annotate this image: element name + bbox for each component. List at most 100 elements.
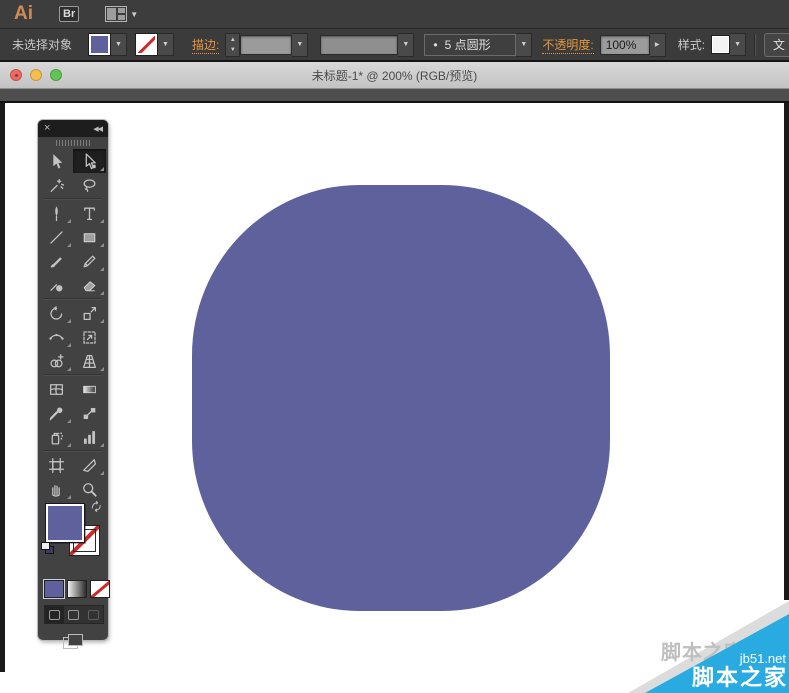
style-swatch[interactable]	[711, 35, 731, 54]
type-icon	[84, 207, 95, 220]
column-graph-icon	[83, 430, 96, 444]
free-transform-icon	[83, 330, 96, 344]
line-segment-tool[interactable]	[40, 225, 73, 249]
stroke-none-icon	[138, 36, 156, 53]
app-menubar: Ai Br ▼	[0, 0, 789, 28]
drawn-rounded-square-shape[interactable]	[192, 185, 610, 611]
blend-tool[interactable]	[73, 401, 106, 425]
fill-color-control[interactable]: ▼	[88, 33, 128, 56]
perspective-grid-icon	[83, 354, 96, 368]
mesh-icon	[50, 383, 63, 395]
shape-builder-tool[interactable]	[40, 349, 73, 373]
stroke-weight-dropdown-button[interactable]: ▼	[292, 32, 309, 57]
close-icon[interactable]: ×	[44, 123, 50, 134]
eyedropper-tool[interactable]	[40, 401, 73, 425]
tools-grid	[38, 149, 108, 501]
workspace-layout-icon	[105, 6, 128, 22]
paint-mode-buttons	[44, 580, 110, 598]
bridge-button[interactable]: Br	[59, 6, 80, 22]
chevron-down-icon: ▼	[115, 41, 122, 48]
profile-dropdown-button[interactable]: ▼	[398, 32, 415, 57]
gradient-icon	[83, 385, 96, 393]
style-label: 样式:	[677, 38, 706, 52]
fill-swatch[interactable]	[88, 33, 112, 56]
stroke-weight-stepper[interactable]: ▲ ▼	[225, 32, 241, 57]
eyedropper-icon	[49, 407, 63, 420]
type-tool[interactable]	[73, 201, 106, 225]
draw-normal-button[interactable]	[45, 606, 65, 623]
close-window-button[interactable]	[10, 69, 22, 81]
hand-tool[interactable]	[40, 477, 73, 501]
style-dropdown-button[interactable]: ▼	[730, 33, 747, 56]
screen-mode-button[interactable]	[38, 628, 108, 654]
blob-brush-tool[interactable]	[40, 273, 73, 297]
default-fill-stroke-icon[interactable]	[41, 542, 54, 554]
column-graph-tool[interactable]	[73, 425, 106, 449]
minimize-window-button[interactable]	[30, 69, 42, 81]
eraser-tool[interactable]	[73, 273, 106, 297]
zoom-tool[interactable]	[73, 477, 106, 501]
artboard-canvas[interactable]: × ◀◀	[0, 103, 789, 693]
mesh-tool[interactable]	[40, 377, 73, 401]
draw-behind-button[interactable]	[64, 606, 83, 623]
fill-proxy-swatch[interactable]	[45, 503, 85, 543]
line-segment-icon	[50, 230, 63, 244]
lasso-tool[interactable]	[73, 173, 106, 197]
zoom-window-button[interactable]	[50, 69, 62, 81]
stroke-weight-field[interactable]	[240, 34, 293, 55]
variable-width-profile-field[interactable]	[320, 34, 399, 55]
illustrator-window: Ai Br ▼ 未选择对象 ▼ ▼ 描边: ▲ ▼ ▼ ▼ • 5 点圆形 ▼ …	[0, 0, 789, 693]
opacity-dropdown-button[interactable]: ▶	[649, 32, 666, 57]
paintbrush-tool[interactable]	[40, 249, 73, 273]
pencil-icon	[83, 255, 96, 267]
stepper-down-icon[interactable]: ▼	[226, 45, 239, 55]
stroke-panel-link[interactable]: 描边:	[192, 36, 220, 54]
width-tool[interactable]	[40, 325, 73, 349]
pencil-tool[interactable]	[73, 249, 106, 273]
magic-wand-tool[interactable]	[40, 173, 73, 197]
brush-definition-dropdown[interactable]: • 5 点圆形	[424, 33, 517, 56]
slice-tool[interactable]	[73, 453, 106, 477]
chevron-down-icon: ▼	[520, 41, 528, 48]
direct-selection-tool[interactable]	[73, 149, 106, 173]
document-setup-button[interactable]: 文	[764, 32, 789, 57]
blob-brush-icon	[50, 283, 63, 291]
stroke-swatch[interactable]	[135, 33, 159, 56]
rectangle-tool[interactable]	[73, 225, 106, 249]
screen-mode-icon	[63, 633, 83, 649]
opacity-panel-link[interactable]: 不透明度:	[542, 36, 594, 54]
paintbrush-icon	[50, 256, 62, 267]
stroke-dropdown-button[interactable]: ▼	[158, 33, 175, 56]
window-right-edge	[784, 103, 789, 600]
document-title: 未标题-1* @ 200% (RGB/预览)	[311, 68, 478, 83]
rectangle-icon	[83, 232, 96, 242]
selection-tool[interactable]	[40, 149, 73, 173]
stroke-color-control[interactable]: ▼	[135, 33, 175, 56]
fill-dropdown-button[interactable]: ▼	[111, 33, 128, 56]
brush-dropdown-button[interactable]: ▼	[516, 32, 533, 57]
panel-grip[interactable]	[38, 137, 108, 149]
draw-inside-button[interactable]	[84, 606, 103, 623]
drawing-mode-control	[44, 605, 104, 624]
gradient-mode-button[interactable]	[67, 580, 87, 598]
collapse-panel-icon[interactable]: ◀◀	[93, 125, 103, 133]
scale-tool[interactable]	[73, 301, 106, 325]
window-controls	[10, 62, 62, 88]
gradient-tool[interactable]	[73, 377, 106, 401]
free-transform-tool[interactable]	[73, 325, 106, 349]
color-mode-button[interactable]	[44, 580, 64, 598]
swap-fill-stroke-icon[interactable]	[90, 500, 103, 518]
rotate-tool[interactable]	[40, 301, 73, 325]
symbol-sprayer-tool[interactable]	[40, 425, 73, 449]
perspective-grid-tool[interactable]	[73, 349, 106, 373]
illustrator-logo: Ai	[14, 3, 33, 24]
stepper-up-icon[interactable]: ▲	[226, 35, 239, 45]
tools-panel-header[interactable]: × ◀◀	[38, 120, 108, 137]
pen-tool[interactable]	[40, 201, 73, 225]
opacity-field[interactable]: 100%	[599, 34, 650, 55]
slice-icon	[83, 458, 96, 472]
workspace-switcher[interactable]: ▼	[105, 6, 138, 22]
artboard-icon	[48, 457, 65, 473]
artboard-tool[interactable]	[40, 453, 73, 477]
none-mode-button[interactable]	[90, 580, 110, 598]
